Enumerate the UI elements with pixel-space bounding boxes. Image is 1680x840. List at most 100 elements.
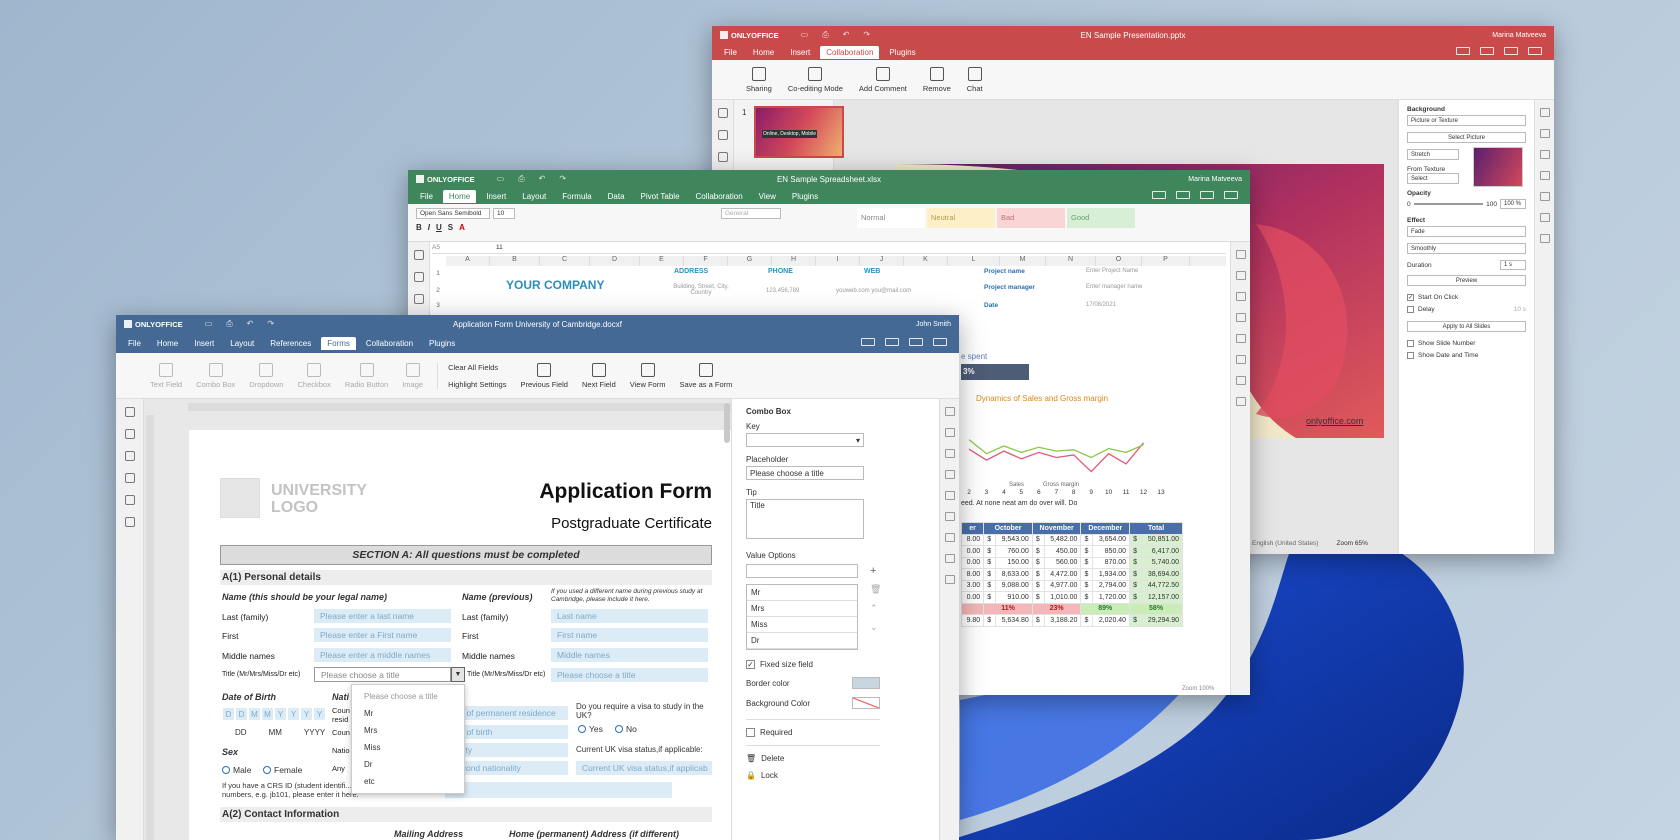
dropdown-button[interactable]: Dropdown <box>249 362 283 389</box>
favorite-icon[interactable] <box>1504 47 1518 55</box>
dob-cell[interactable]: M <box>248 707 261 721</box>
move-down-icon[interactable]: ⌄ <box>870 622 881 633</box>
menu-insert[interactable]: Insert <box>784 46 816 59</box>
menu-home[interactable]: Home <box>442 189 477 203</box>
chat-icon[interactable] <box>413 294 424 304</box>
column-header[interactable]: M <box>1000 256 1046 266</box>
key-select[interactable]: ▾ <box>746 433 864 447</box>
bold-icon[interactable]: B <box>416 223 422 232</box>
row-header[interactable]: 3 <box>430 300 446 312</box>
table-cell[interactable]: 12,157.00 <box>1140 591 1184 604</box>
slide-settings-icon[interactable] <box>1539 108 1550 117</box>
table-cell[interactable]: $ <box>1129 579 1142 592</box>
table-cell[interactable]: $ <box>1031 533 1045 546</box>
dob-cell[interactable]: D <box>235 707 248 721</box>
checkbox-icon[interactable] <box>1407 340 1414 347</box>
dropdown-option[interactable]: Mrs <box>352 722 464 739</box>
save-icon[interactable]: ▭ <box>801 30 809 40</box>
add-icon[interactable]: + <box>870 565 876 577</box>
first-name-field[interactable]: Please enter a First name <box>314 628 451 642</box>
percent-cell[interactable]: 23% <box>1031 602 1082 615</box>
column-header[interactable]: K <box>904 256 948 266</box>
sum-cell[interactable]: $ <box>1080 614 1094 627</box>
shape-icon[interactable] <box>944 491 955 500</box>
placeholder-input[interactable]: Please choose a title <box>746 466 864 480</box>
column-header[interactable]: G <box>728 256 772 266</box>
table-header-cell[interactable]: Total <box>1129 522 1183 535</box>
dob-cell[interactable]: Y <box>287 707 300 721</box>
table-cell[interactable]: $ <box>983 579 996 592</box>
table-cell[interactable]: 8.00 <box>960 533 985 546</box>
co-editing-mode-button[interactable]: Co-editing Mode <box>788 66 843 93</box>
table-cell[interactable]: $ <box>983 533 996 546</box>
pivot-icon[interactable] <box>1235 397 1246 406</box>
value-option-item[interactable]: Miss <box>747 617 857 633</box>
menu-plugins[interactable]: Plugins <box>786 190 824 203</box>
style-bad[interactable]: Bad <box>997 208 1065 228</box>
table-cell[interactable]: 1,720.00 <box>1092 591 1131 604</box>
dropdown-option[interactable]: Dr <box>352 756 464 773</box>
redo-icon[interactable]: ↷ <box>863 30 870 40</box>
project-name-value[interactable]: Enter Project Name <box>1086 268 1138 274</box>
text-field-button[interactable]: Text Field <box>150 362 182 389</box>
duration-input[interactable]: 1 s <box>1500 260 1526 270</box>
style-good[interactable]: Good <box>1067 208 1135 228</box>
chat-button[interactable]: Chat <box>967 66 983 93</box>
comments-icon[interactable] <box>124 429 135 439</box>
radio-icon[interactable] <box>578 725 586 733</box>
highlight-settings-button[interactable]: Highlight Settings <box>448 380 506 389</box>
table-cell[interactable]: $ <box>1129 556 1142 569</box>
preview-button[interactable]: Preview <box>1407 275 1526 286</box>
image-button[interactable]: Image <box>402 362 423 389</box>
prev-middle-names-field[interactable]: Middle names <box>551 648 708 662</box>
table-cell[interactable]: 9,543.00 <box>994 533 1033 546</box>
share-icon[interactable] <box>861 338 875 346</box>
table-cell[interactable]: $ <box>1129 545 1142 558</box>
previous-field-button[interactable]: Previous Field <box>520 362 568 389</box>
stretch-select[interactable]: Stretch <box>1407 149 1459 160</box>
apply-all-button[interactable]: Apply to All Slides <box>1407 321 1526 332</box>
folder-icon[interactable] <box>885 338 899 346</box>
table-cell[interactable]: 6,417.00 <box>1140 545 1184 558</box>
table-cell[interactable]: $ <box>1129 568 1142 581</box>
font-size-select[interactable]: 10 <box>493 208 515 219</box>
comments-icon[interactable] <box>413 272 424 282</box>
fill-type-select[interactable]: Picture or Texture <box>1407 115 1526 126</box>
table-cell[interactable]: 150.00 <box>994 556 1033 569</box>
print-icon[interactable]: ⎙ <box>518 174 524 184</box>
chat-icon[interactable] <box>124 451 135 461</box>
view-form-button[interactable]: View Form <box>630 362 665 389</box>
column-header[interactable]: I <box>816 256 860 266</box>
folder-icon[interactable] <box>1176 191 1190 199</box>
print-icon[interactable]: ⎙ <box>822 30 828 40</box>
radio-icon[interactable] <box>615 725 623 733</box>
table-cell[interactable]: $ <box>983 568 996 581</box>
radio-icon[interactable] <box>263 766 271 774</box>
chart-icon[interactable] <box>1235 334 1246 343</box>
vertical-scrollbar[interactable] <box>724 403 730 443</box>
table-header-cell[interactable]: December <box>1080 522 1131 535</box>
combo-arrow-button[interactable]: ▼ <box>451 667 465 682</box>
table-cell[interactable]: 870.00 <box>1092 556 1131 569</box>
search-icon[interactable] <box>124 407 135 417</box>
column-header[interactable]: D <box>590 256 640 266</box>
menu-file[interactable]: File <box>414 190 439 203</box>
value-option-item[interactable]: Dr <box>747 633 857 649</box>
dob-cell[interactable]: M <box>261 707 274 721</box>
delay-row[interactable]: Delay 10 s <box>1407 306 1526 313</box>
percent-cell[interactable]: 58% <box>1129 602 1183 615</box>
opacity-slider[interactable] <box>1413 203 1484 205</box>
folder-icon[interactable] <box>1480 47 1494 55</box>
delete-value-icon[interactable]: 🗑 <box>870 584 881 595</box>
language-status[interactable]: English (United States) <box>1252 540 1318 547</box>
paragraph-icon[interactable] <box>944 407 955 416</box>
middle-names-field[interactable]: Please enter a middle names <box>314 648 451 662</box>
header-footer-icon[interactable] <box>944 470 955 479</box>
table-cell[interactable]: 910.00 <box>994 591 1033 604</box>
image-icon[interactable] <box>944 449 955 458</box>
permanent-residence-field[interactable]: ry of permanent residence <box>451 706 568 720</box>
undo-icon[interactable]: ↶ <box>843 30 850 40</box>
remove-button[interactable]: Remove <box>923 66 951 93</box>
undo-icon[interactable]: ↶ <box>539 174 546 184</box>
sum-cell[interactable]: 3,188.20 <box>1043 614 1082 627</box>
